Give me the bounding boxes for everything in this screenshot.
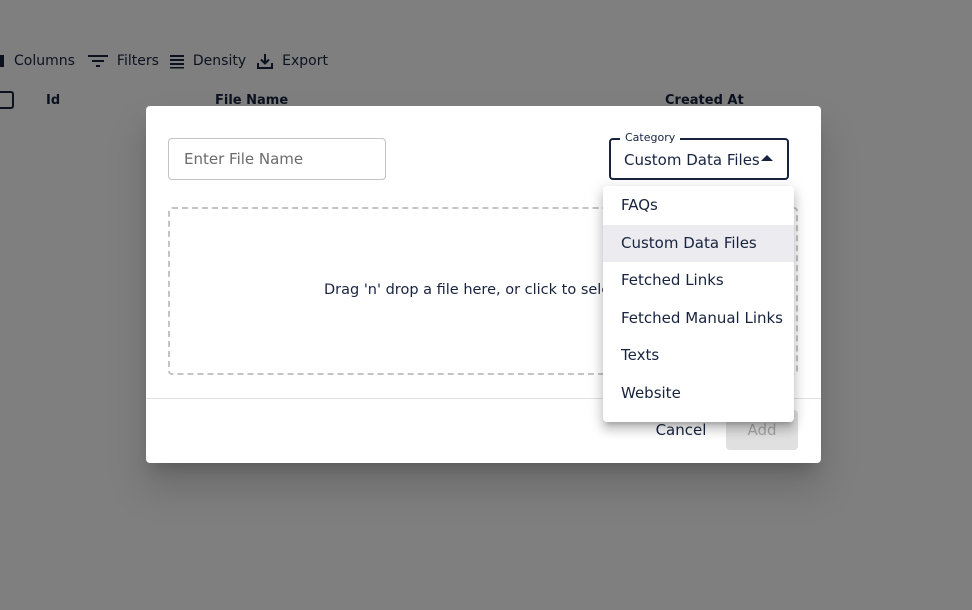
category-label: Category [620,131,681,145]
file-name-input[interactable] [168,138,386,180]
category-option-custom-data-files[interactable]: Custom Data Files [603,224,794,262]
category-option-website[interactable]: Website [603,375,794,413]
category-dropdown-menu: FAQs Custom Data Files Fetched Links Fet… [603,186,794,422]
category-select[interactable]: Category Custom Data Files [609,131,789,180]
category-option-texts[interactable]: Texts [603,337,794,375]
category-selected-value: Custom Data Files [624,151,760,169]
category-option-fetched-links[interactable]: Fetched Links [603,262,794,300]
arrow-up-icon [761,155,773,161]
category-option-faqs[interactable]: FAQs [603,187,794,225]
category-option-fetched-manual-links[interactable]: Fetched Manual Links [603,300,794,338]
